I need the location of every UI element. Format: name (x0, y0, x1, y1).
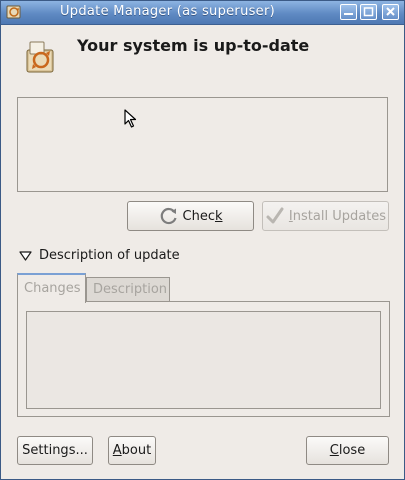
check-button[interactable]: Check (127, 201, 254, 231)
update-manager-window: Update Manager (as superuser) Your syste… (0, 0, 405, 480)
close-window-button[interactable] (382, 4, 399, 20)
minimize-button[interactable] (340, 4, 357, 20)
title-bar[interactable]: Update Manager (as superuser) (1, 1, 404, 25)
install-updates-button[interactable]: Install Updates (262, 201, 389, 231)
checkmark-icon (265, 206, 285, 226)
status-heading: Your system is up-to-date (77, 36, 310, 55)
minimize-icon (344, 13, 353, 15)
about-label: About (112, 443, 152, 458)
tab-description-label: Description (93, 282, 168, 297)
maximize-icon (363, 7, 374, 17)
mouse-cursor-icon (124, 109, 137, 128)
refresh-icon (159, 206, 179, 226)
settings-label: Settings... (22, 443, 88, 458)
about-button[interactable]: About (108, 436, 156, 465)
close-icon (386, 7, 395, 16)
expander-triangle-icon (19, 250, 32, 261)
expander-label: Description of update (39, 248, 180, 263)
close-label: Close (329, 443, 366, 458)
tab-description[interactable]: Description (86, 277, 170, 302)
update-list-panel[interactable] (17, 97, 388, 192)
changes-text-area[interactable] (26, 311, 381, 409)
tab-changes[interactable]: Changes (17, 273, 86, 303)
close-button[interactable]: Close (306, 436, 389, 465)
settings-button[interactable]: Settings... (17, 436, 93, 465)
update-status-icon (21, 38, 61, 78)
maximize-button[interactable] (360, 4, 377, 20)
install-updates-label: Install Updates (288, 208, 387, 224)
description-expander[interactable]: Description of update (19, 248, 180, 263)
window-title: Update Manager (as superuser) (59, 4, 275, 19)
tab-changes-label: Changes (24, 281, 81, 296)
check-label: Check (182, 208, 223, 224)
